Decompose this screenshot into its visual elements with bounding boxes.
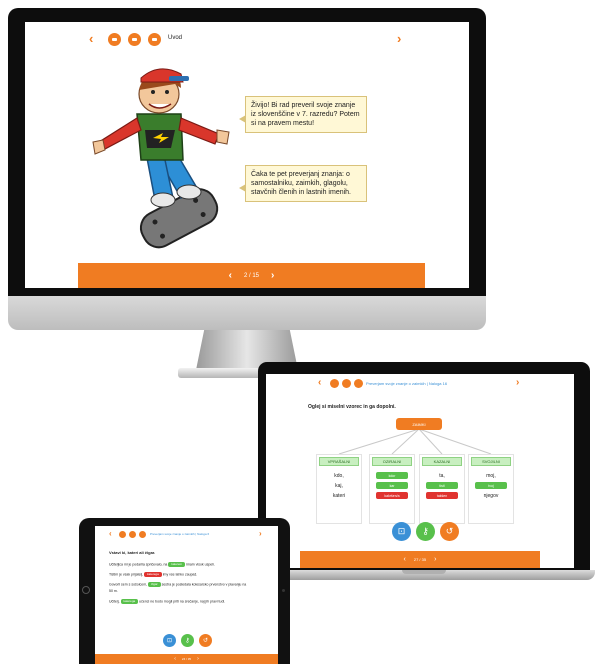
page-indicator: 27 / 35: [413, 557, 427, 562]
prev-chevron-icon[interactable]: ‹: [89, 32, 93, 45]
laptop-notch: [402, 570, 446, 574]
column-header: KAZALNI: [422, 457, 462, 466]
tablet-device: ‹ Preverjam svoje znanje o zaimkih | Nal…: [79, 518, 290, 664]
key-icon[interactable]: ⚷: [416, 522, 435, 541]
pagination-bar: ‹ 27 / 35 ›: [300, 551, 540, 568]
laptop-screen: ‹ Preverjam svoje znanje o zaimkih | Nal…: [266, 374, 574, 568]
mindmap-column-oziralni: OZIRALNI kdor kar kakršen/a: [369, 454, 415, 524]
word: moj,: [486, 473, 496, 479]
tablet-screen: ‹ Preverjam svoje znanje o zaimkih | Nal…: [95, 526, 278, 664]
sentence-line: Tistim je vsak prijatelj, katerega imy v…: [109, 572, 197, 577]
sentence-text: Učiteljica mi je podarila spričevalo, na: [109, 562, 168, 567]
sentence-text: Govoril sem s sošolcem,: [109, 582, 148, 587]
settings-icon[interactable]: [108, 33, 121, 46]
answer-pill-wrong[interactable]: katerega: [144, 572, 162, 577]
sentence-text: sestra je posledala kolesarsko prvenstvo…: [161, 582, 247, 587]
skateboarder-illustration: [92, 68, 230, 249]
tablet-camera: [282, 589, 285, 592]
word: kateri: [332, 493, 346, 499]
sentence-text: Učitelj,: [109, 599, 120, 604]
prev-chevron-icon[interactable]: ‹: [109, 530, 112, 538]
word: ta,: [439, 473, 445, 479]
column-header: OZIRALNI: [372, 457, 412, 466]
word: njegov: [483, 493, 499, 499]
menu-icon[interactable]: [128, 33, 141, 46]
home-icon[interactable]: [139, 531, 146, 538]
answer-pill-correct[interactable]: kar: [376, 482, 408, 489]
lock-icon[interactable]: ⊡: [163, 634, 176, 647]
home-icon[interactable]: [148, 33, 161, 46]
answer-pill-correct[interactable]: tisti: [426, 482, 458, 489]
speech-bubble-info: Čaka te pet preverjanj znanja: o samosta…: [239, 165, 367, 202]
settings-icon[interactable]: [119, 531, 126, 538]
next-chevron-icon[interactable]: ›: [397, 32, 401, 45]
sentence-line: Učiteljica mi je podarila spričevalo, na…: [109, 562, 215, 567]
reset-icon[interactable]: ↺: [199, 634, 212, 647]
prev-page-icon[interactable]: ‹: [404, 556, 406, 563]
word: kdo,: [334, 473, 344, 479]
answer-pill-correct[interactable]: tvoj: [475, 482, 507, 489]
sentence-text: imam visok uspeh.: [186, 562, 216, 567]
pagination-bar: ‹ 24 / 35 ›: [95, 654, 278, 664]
reset-icon[interactable]: ↺: [440, 522, 459, 541]
sentence-text: učenci ne bodo mogli priti na srečanje, …: [139, 599, 226, 604]
exercise-heading: Vstavi ki, kateri ali čigar.: [109, 550, 156, 555]
laptop-device: ‹ Preverjam svoje znanje o zaimkih | Nal…: [254, 362, 595, 582]
menu-icon[interactable]: [129, 531, 136, 538]
monitor-screen: ‹ Uvod › Živijo! Bi rad preveril svoje z…: [25, 22, 469, 288]
answer-pill-wrong[interactable]: takšen: [426, 492, 458, 499]
answer-pill-correct[interactable]: katerega: [120, 599, 139, 604]
page-indicator: 2 / 15: [243, 272, 259, 279]
answer-pill-correct[interactable]: katerem: [168, 562, 186, 567]
breadcrumb: Preverjam svoje znanje o zaimkih | Nalog…: [150, 532, 210, 536]
sentence-line: 50 m.: [109, 589, 118, 593]
mindmap-column-kazalni: KAZALNI ta, tisti takšen: [419, 454, 465, 524]
sentence-line: Govoril sem s sošolcem, čigar sestra je …: [109, 582, 246, 587]
mindmap-root: ZAIMKI: [396, 418, 442, 430]
word: kaj,: [335, 483, 343, 489]
next-page-icon[interactable]: ›: [271, 270, 274, 281]
answer-pill-correct[interactable]: kdor: [376, 472, 408, 479]
pagination-bar: ‹ 2 / 15 ›: [78, 263, 425, 288]
lock-icon[interactable]: ⊡: [392, 522, 411, 541]
sentence-text: Tistim je vsak prijatelj,: [109, 572, 144, 577]
key-icon[interactable]: ⚷: [181, 634, 194, 647]
mindmap-column-vprasalni: VPRAŠALNI kdo, kaj, kateri: [316, 454, 362, 524]
app-header: ‹ Uvod ›: [25, 22, 469, 50]
speech-bubble-greeting: Živijo! Bi rad preveril svoje znanje iz …: [239, 96, 367, 133]
answer-pill-wrong[interactable]: kakršen/a: [376, 492, 408, 499]
desktop-monitor: ‹ Uvod › Živijo! Bi rad preveril svoje z…: [8, 8, 486, 380]
sentence-text: imy vse lahko zaupaš.: [162, 572, 198, 577]
sentence-text: 50 m.: [109, 589, 118, 593]
next-chevron-icon[interactable]: ›: [259, 530, 262, 538]
monitor-chin: [8, 296, 486, 330]
home-button[interactable]: [82, 586, 90, 594]
prev-page-icon[interactable]: ‹: [174, 656, 176, 662]
page-indicator: 24 / 35: [181, 657, 192, 661]
page-title: Uvod: [168, 35, 183, 41]
next-page-icon[interactable]: ›: [434, 556, 436, 563]
column-header: SVOJILNI: [471, 457, 511, 466]
answer-pill-correct[interactable]: čigar: [148, 582, 161, 587]
sentence-line: Učitelj, katerega učenci ne bodo mogli p…: [109, 599, 225, 604]
next-page-icon[interactable]: ›: [197, 656, 199, 662]
column-header: VPRAŠALNI: [319, 457, 359, 466]
prev-page-icon[interactable]: ‹: [229, 270, 232, 281]
mindmap-column-svojilni: SVOJILNI moj, tvoj njegov: [468, 454, 514, 524]
